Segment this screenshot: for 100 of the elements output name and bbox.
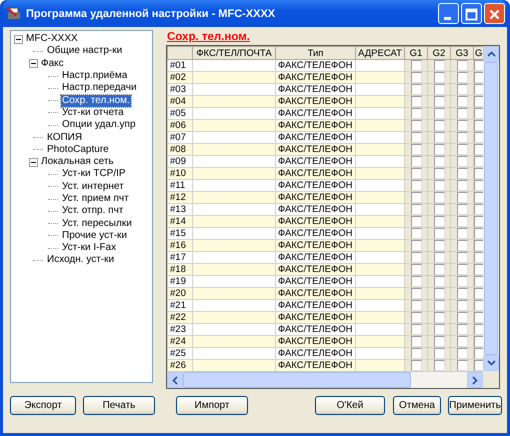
checkbox[interactable] xyxy=(410,120,422,131)
scroll-thumb[interactable] xyxy=(183,372,411,388)
checkbox[interactable] xyxy=(410,60,422,71)
checkbox[interactable] xyxy=(474,240,483,251)
checkbox[interactable] xyxy=(434,336,444,347)
checkbox[interactable] xyxy=(410,72,422,83)
tree-item[interactable]: Настр.приёма xyxy=(61,70,128,82)
checkbox[interactable] xyxy=(474,84,483,95)
checkbox[interactable] xyxy=(474,216,483,227)
checkbox[interactable] xyxy=(434,228,444,239)
checkbox[interactable] xyxy=(410,84,422,95)
checkbox[interactable] xyxy=(474,132,483,143)
checkbox[interactable] xyxy=(456,252,468,263)
tree-item[interactable]: Сохр. тел.ном. xyxy=(61,94,131,107)
checkbox[interactable] xyxy=(456,84,468,95)
checkbox[interactable] xyxy=(410,204,422,215)
checkbox[interactable] xyxy=(456,96,468,107)
checkbox[interactable] xyxy=(474,288,483,299)
tree-item[interactable]: Уст. пересылки xyxy=(61,218,133,230)
checkbox[interactable] xyxy=(410,252,422,263)
checkbox[interactable] xyxy=(456,180,468,191)
dialog-button[interactable]: О'Кей xyxy=(315,396,385,415)
checkbox[interactable] xyxy=(456,240,468,251)
checkbox[interactable] xyxy=(410,324,422,335)
collapse-icon[interactable] xyxy=(29,59,38,68)
checkbox[interactable] xyxy=(456,168,468,179)
checkbox[interactable] xyxy=(410,144,422,155)
checkbox[interactable] xyxy=(456,72,468,83)
tree-item[interactable]: PhotoCapture xyxy=(46,144,110,156)
dialog-button[interactable]: Импорт xyxy=(176,396,248,415)
checkbox[interactable] xyxy=(474,300,483,311)
checkbox[interactable] xyxy=(456,204,468,215)
checkbox[interactable] xyxy=(410,132,422,143)
tree-item[interactable]: Опции удал.упр xyxy=(61,119,137,132)
checkbox[interactable] xyxy=(410,336,422,347)
checkbox[interactable] xyxy=(434,192,444,203)
tree-item[interactable]: Прочие уст-ки xyxy=(61,230,128,242)
checkbox[interactable] xyxy=(474,144,483,155)
checkbox[interactable] xyxy=(474,252,483,263)
checkbox[interactable] xyxy=(434,204,444,215)
checkbox[interactable] xyxy=(410,180,422,191)
checkbox[interactable] xyxy=(434,132,444,143)
tree-item[interactable]: Общие настр-ки xyxy=(46,45,124,58)
checkbox[interactable] xyxy=(410,348,422,359)
checkbox[interactable] xyxy=(474,336,483,347)
checkbox[interactable] xyxy=(474,180,483,191)
tree-item[interactable]: Локальная сеть xyxy=(40,156,115,168)
checkbox[interactable] xyxy=(434,72,444,83)
scroll-down-icon[interactable] xyxy=(483,355,499,371)
tree-item[interactable]: Уст-ки I-Fax xyxy=(61,242,118,254)
checkbox[interactable] xyxy=(474,168,483,179)
tree-item[interactable]: Уст-ки отчета xyxy=(61,106,125,119)
checkbox[interactable] xyxy=(410,168,422,179)
checkbox[interactable] xyxy=(456,60,468,71)
checkbox[interactable] xyxy=(474,96,483,107)
checkbox[interactable] xyxy=(434,120,444,131)
checkbox[interactable] xyxy=(474,60,483,71)
checkbox[interactable] xyxy=(410,228,422,239)
close-button[interactable] xyxy=(484,3,505,24)
minimize-button[interactable] xyxy=(438,3,459,24)
dialog-button[interactable]: Экспорт xyxy=(10,396,76,415)
checkbox[interactable] xyxy=(456,120,468,131)
tree-item[interactable]: Факс xyxy=(40,58,65,70)
tree-item[interactable]: MFC-XXXX xyxy=(25,33,79,46)
scroll-right-icon[interactable] xyxy=(467,372,483,388)
scroll-thumb[interactable] xyxy=(484,62,498,355)
checkbox[interactable] xyxy=(410,240,422,251)
checkbox[interactable] xyxy=(434,156,444,167)
checkbox[interactable] xyxy=(410,108,422,119)
checkbox[interactable] xyxy=(434,180,444,191)
checkbox[interactable] xyxy=(474,348,483,359)
checkbox[interactable] xyxy=(434,252,444,263)
tree-item[interactable]: КОПИЯ xyxy=(46,132,84,144)
checkbox[interactable] xyxy=(410,360,422,371)
checkbox[interactable] xyxy=(456,156,468,167)
tree-item[interactable]: Уст. отпр. пчт xyxy=(61,205,124,218)
checkbox[interactable] xyxy=(434,288,444,299)
checkbox[interactable] xyxy=(474,120,483,131)
collapse-icon[interactable] xyxy=(29,158,38,167)
checkbox[interactable] xyxy=(410,192,422,203)
checkbox[interactable] xyxy=(410,300,422,311)
checkbox[interactable] xyxy=(474,360,483,371)
checkbox[interactable] xyxy=(456,300,468,311)
checkbox[interactable] xyxy=(474,156,483,167)
checkbox[interactable] xyxy=(456,324,468,335)
checkbox[interactable] xyxy=(456,288,468,299)
tree-item[interactable]: Настр.передачи xyxy=(61,82,138,94)
checkbox[interactable] xyxy=(434,60,444,71)
maximize-button[interactable] xyxy=(461,3,482,24)
dialog-button[interactable]: Отмена xyxy=(393,396,441,415)
checkbox[interactable] xyxy=(474,276,483,287)
vertical-scrollbar[interactable] xyxy=(483,46,499,371)
checkbox[interactable] xyxy=(410,156,422,167)
checkbox[interactable] xyxy=(456,276,468,287)
checkbox[interactable] xyxy=(456,216,468,227)
checkbox[interactable] xyxy=(434,348,444,359)
checkbox[interactable] xyxy=(434,168,444,179)
checkbox[interactable] xyxy=(456,360,468,371)
checkbox[interactable] xyxy=(456,336,468,347)
checkbox[interactable] xyxy=(456,312,468,323)
